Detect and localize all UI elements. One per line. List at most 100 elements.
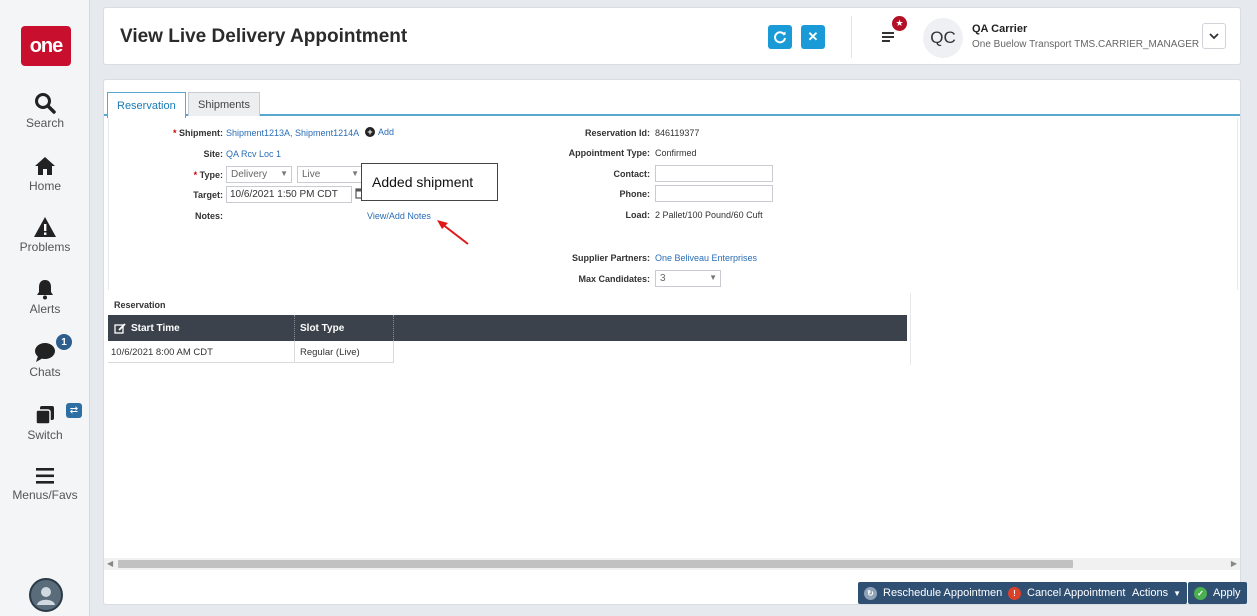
chats-badge: 1 xyxy=(56,334,72,350)
type2-select-value: Live xyxy=(302,169,321,180)
column-header-start-time[interactable]: Start Time xyxy=(108,315,295,341)
add-shipment-link[interactable]: Add xyxy=(378,127,394,137)
refresh-button[interactable] xyxy=(768,25,792,49)
contact-input[interactable] xyxy=(655,165,773,182)
tab-reservation[interactable]: Reservation xyxy=(107,92,186,118)
supplier-partners-link[interactable]: One Beliveau Enterprises xyxy=(655,253,757,263)
sidebar-item-problems[interactable]: Problems xyxy=(0,216,90,254)
edit-icon xyxy=(114,322,126,334)
load-label: Load: xyxy=(625,210,651,220)
max-candidates-value: 3 xyxy=(660,273,666,284)
switch-arrows-icon: ⇄ xyxy=(66,403,82,418)
sidebar-item-label: Search xyxy=(25,116,65,130)
chat-icon xyxy=(35,343,55,362)
chevron-down-icon xyxy=(1209,32,1219,39)
add-plus-icon[interactable]: + xyxy=(365,127,375,137)
max-candidates-label: Max Candidates: xyxy=(578,274,650,284)
column-header-slot-type[interactable]: Slot Type xyxy=(295,315,394,341)
button-label: Cancel Appointment xyxy=(1027,587,1126,599)
scroll-right-icon[interactable]: ▶ xyxy=(1231,558,1237,570)
target-label: Target: xyxy=(193,190,223,200)
table-row[interactable]: 10/6/2021 8:00 AM CDT Regular (Live) xyxy=(108,341,394,363)
user-dropdown-button[interactable] xyxy=(1202,23,1226,49)
sidebar-item-label: Menus/Favs xyxy=(12,488,78,502)
shipment-value-link[interactable]: Shipment1213A, Shipment1214A xyxy=(226,128,359,138)
supplier-partners-label: Supplier Partners: xyxy=(571,253,650,263)
sidebar-item-chats[interactable]: Chats xyxy=(0,341,90,379)
type-label: * Type: xyxy=(193,170,223,180)
main-panel: Reservation Shipments * Shipment: Shipme… xyxy=(103,79,1247,605)
page-header: View Live Delivery Appointment ✕ ★ QC QA… xyxy=(103,7,1241,65)
appointment-type-value: Confirmed xyxy=(655,148,697,158)
bell-icon xyxy=(37,280,53,300)
cell-slot-type: Regular (Live) xyxy=(295,341,394,363)
annotation-arrow xyxy=(437,220,469,245)
column-label: Slot Type xyxy=(300,322,345,334)
load-value: 2 Pallet/100 Pound/60 Cuft xyxy=(655,210,763,220)
close-icon: ✕ xyxy=(807,29,819,44)
refresh-icon xyxy=(774,31,786,44)
sidebar: one Search Home Problems Alerts Chats 1 … xyxy=(0,0,90,616)
scroll-left-icon[interactable]: ◀ xyxy=(107,558,113,570)
site-value-link[interactable]: QA Rcv Loc 1 xyxy=(226,149,281,159)
sidebar-item-alerts[interactable]: Alerts xyxy=(0,278,90,316)
shipment-label: * Shipment: xyxy=(172,128,223,138)
target-input[interactable]: 10/6/2021 1:50 PM CDT xyxy=(226,186,352,203)
type-select[interactable]: Delivery ▼ xyxy=(226,166,292,183)
chevron-down-icon: ▼ xyxy=(351,169,359,178)
page-title: View Live Delivery Appointment xyxy=(120,26,408,47)
actions-dropdown-button[interactable]: Actions ▼ xyxy=(1126,582,1187,604)
reservation-id-label: Reservation Id: xyxy=(584,128,650,138)
reservation-id-value: 846119377 xyxy=(655,128,700,138)
caret-down-icon: ▼ xyxy=(1173,588,1181,598)
reservation-grid: Reservation Start Time Slot Type 10/6/20… xyxy=(108,293,911,365)
sidebar-item-label: Home xyxy=(28,179,61,193)
sidebar-item-label: Alerts xyxy=(29,302,61,316)
sidebar-item-home[interactable]: Home xyxy=(0,155,90,193)
home-icon xyxy=(35,157,55,175)
sidebar-item-menus-favs[interactable]: Menus/Favs xyxy=(0,466,90,502)
annotation-callout: Added shipment xyxy=(361,163,498,201)
button-label: Reschedule Appointment xyxy=(883,587,1006,599)
scrollbar-thumb[interactable] xyxy=(118,560,1073,568)
close-button[interactable]: ✕ xyxy=(801,25,825,49)
view-add-notes-link[interactable]: View/Add Notes xyxy=(367,211,431,221)
chevron-down-icon: ▼ xyxy=(280,169,288,178)
app-logo[interactable]: one xyxy=(21,26,71,66)
type-select-value: Delivery xyxy=(231,169,268,180)
button-label: Actions xyxy=(1132,587,1169,599)
phone-label: Phone: xyxy=(619,189,651,199)
cancel-icon: ! xyxy=(1008,586,1021,600)
chevron-down-icon: ▼ xyxy=(709,273,717,282)
tab-shipments[interactable]: Shipments xyxy=(188,92,260,116)
grid-title: Reservation xyxy=(114,300,166,310)
sidebar-item-label: Switch xyxy=(27,428,63,442)
user-avatar-icon[interactable] xyxy=(29,578,63,612)
button-label: Apply xyxy=(1213,587,1241,599)
list-menu-icon xyxy=(882,32,894,42)
site-label: Site: xyxy=(203,149,223,159)
contact-label: Contact: xyxy=(613,169,651,179)
phone-input[interactable] xyxy=(655,185,773,202)
reservation-form: * Shipment: Shipment1213A, Shipment1214A… xyxy=(108,118,1238,290)
apply-button[interactable]: ✓ Apply xyxy=(1188,582,1247,604)
cancel-appointment-button[interactable]: ! Cancel Appointment xyxy=(1002,582,1132,604)
user-initials-avatar[interactable]: QC xyxy=(923,18,963,58)
star-badge-icon: ★ xyxy=(892,16,907,31)
user-name: QA Carrier xyxy=(972,23,1028,35)
hamburger-icon xyxy=(36,468,54,484)
sidebar-item-label: Chats xyxy=(29,365,61,379)
reschedule-icon: ↻ xyxy=(864,586,877,600)
type2-select[interactable]: Live ▼ xyxy=(297,166,363,183)
reschedule-appointment-button[interactable]: ↻ Reschedule Appointment xyxy=(858,582,1012,604)
cell-start-time: 10/6/2021 8:00 AM CDT xyxy=(108,341,295,363)
user-org: One Buelow Transport TMS.CARRIER_MANAGER xyxy=(972,39,1200,50)
grid-header: Start Time Slot Type xyxy=(108,315,907,341)
max-candidates-select[interactable]: 3 ▼ xyxy=(655,270,721,287)
warning-icon xyxy=(34,217,56,237)
tab-bar: Reservation Shipments xyxy=(104,92,1240,118)
sidebar-item-search[interactable]: Search xyxy=(0,92,90,130)
check-icon: ✓ xyxy=(1194,586,1207,600)
horizontal-scrollbar[interactable]: ◀ ▶ xyxy=(104,558,1240,570)
header-divider xyxy=(851,16,852,58)
